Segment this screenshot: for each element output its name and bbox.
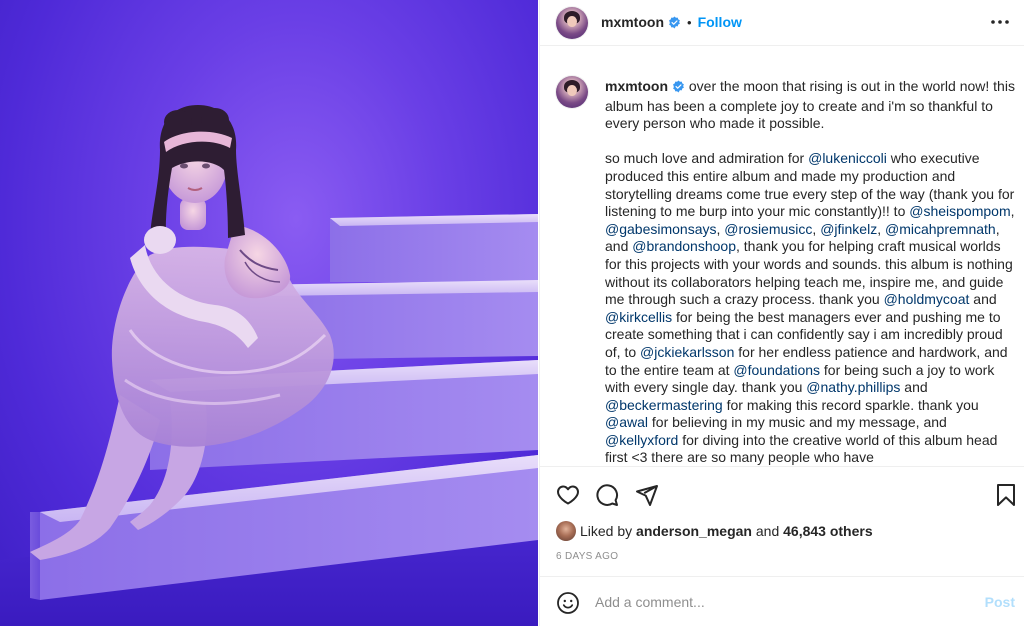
comment-icon[interactable]: [595, 483, 619, 512]
share-icon[interactable]: [635, 483, 659, 512]
author-username[interactable]: mxmtoon: [601, 14, 664, 30]
verified-badge-icon: [668, 16, 681, 32]
likes-conjunction: and: [755, 523, 780, 539]
author-avatar[interactable]: [556, 7, 588, 39]
mention-link[interactable]: @sheispompom: [909, 203, 1010, 219]
mention-link[interactable]: @gabesimonsays: [605, 221, 717, 237]
mention-link[interactable]: @kirkcellis: [605, 309, 672, 325]
verified-badge-icon: [672, 80, 685, 98]
separator-dot: •: [687, 15, 692, 30]
caption-text: for believing in my music and my message…: [648, 414, 951, 431]
caption-text: and: [900, 379, 932, 396]
mention-link[interactable]: @beckermastering: [605, 397, 723, 413]
caption-text: ,: [877, 220, 885, 237]
follow-button[interactable]: Follow: [698, 14, 742, 30]
mention-link[interactable]: @brandonshoop: [632, 238, 736, 254]
caption-text: and: [969, 291, 1001, 308]
caption-text: ,: [1010, 203, 1019, 220]
mention-link[interactable]: @jckiekarlsson: [640, 344, 734, 360]
caption-text: for making this record sparkle. thank yo…: [722, 396, 983, 413]
liker-avatar[interactable]: [556, 521, 576, 541]
comment-input[interactable]: [595, 591, 965, 613]
emoji-icon[interactable]: [556, 591, 580, 620]
mention-link[interactable]: @lukeniccoli: [808, 150, 887, 166]
more-options-icon[interactable]: [989, 12, 1011, 32]
likes-text: Liked by anderson_megan and 46,843 other…: [580, 523, 873, 539]
post-comment-button[interactable]: Post: [985, 594, 1015, 610]
likes-count[interactable]: 46,843 others: [783, 523, 873, 539]
post-photo[interactable]: [0, 0, 538, 626]
post-details-panel: mxmtoon • Follow mxmtoon over the moon tha…: [539, 0, 1024, 626]
post-actions: Liked by anderson_megan and 46,843 other…: [540, 466, 1024, 576]
caption-body: over the moon that rising is out in the …: [605, 78, 1019, 465]
post-header: mxmtoon • Follow: [540, 0, 1024, 46]
post-caption: mxmtoon over the moon that rising is out…: [605, 78, 1017, 466]
mention-link[interactable]: @kellyxford: [605, 432, 678, 448]
heart-icon[interactable]: [556, 483, 580, 512]
mention-link[interactable]: @awal: [605, 414, 648, 430]
mention-link[interactable]: @holdmycoat: [884, 291, 970, 307]
liker-username[interactable]: anderson_megan: [636, 523, 752, 539]
post-photo-illustration: [0, 105, 538, 626]
mention-link[interactable]: @rosiemusicc: [724, 221, 812, 237]
post-timestamp[interactable]: 6 DAYS AGO: [556, 551, 618, 562]
comment-bar: Post: [540, 576, 1024, 626]
mention-link[interactable]: @jfinkelz: [820, 221, 877, 237]
mention-link[interactable]: @micahpremnath: [885, 221, 996, 237]
likes-prefix: Liked by: [580, 523, 633, 539]
mention-link[interactable]: @nathy.phillips: [806, 379, 900, 395]
author-info: mxmtoon • Follow: [601, 14, 742, 32]
bookmark-icon[interactable]: [995, 483, 1017, 512]
mention-link[interactable]: @foundations: [733, 362, 820, 378]
caption-area: mxmtoon over the moon that rising is out…: [540, 47, 1024, 466]
caption-author-username[interactable]: mxmtoon: [605, 78, 668, 94]
caption-author-avatar[interactable]: [556, 76, 588, 108]
